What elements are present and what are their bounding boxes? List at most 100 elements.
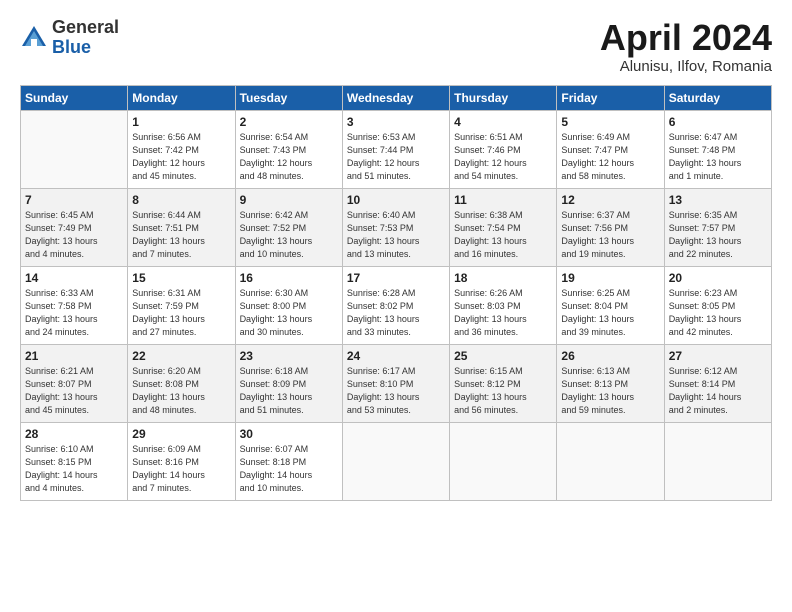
day-number: 28 [25, 427, 123, 441]
day-number: 17 [347, 271, 445, 285]
calendar-cell: 28 Sunrise: 6:10 AM Sunset: 8:15 PM Dayli… [21, 422, 128, 500]
day-info: Sunrise: 6:35 AM Sunset: 7:57 PM Dayligh… [669, 209, 767, 261]
calendar-cell: 26 Sunrise: 6:13 AM Sunset: 8:13 PM Dayli… [557, 344, 664, 422]
day-number: 14 [25, 271, 123, 285]
day-info: Sunrise: 6:54 AM Sunset: 7:43 PM Dayligh… [240, 131, 338, 183]
calendar-cell: 23Sunrise: 6:18 AM Sunset: 8:09 PM Dayli… [235, 344, 342, 422]
day-number: 16 [240, 271, 338, 285]
calendar-header: Sunday Monday Tuesday Wednesday Thursday… [21, 85, 772, 110]
calendar-cell: 4 Sunrise: 6:51 AM Sunset: 7:46 PM Daylig… [450, 110, 557, 188]
calendar-cell: 24Sunrise: 6:17 AM Sunset: 8:10 PM Dayli… [342, 344, 449, 422]
day-info: Sunrise: 6:42 AM Sunset: 7:52 PM Dayligh… [240, 209, 338, 261]
day-info: Sunrise: 6:38 AM Sunset: 7:54 PM Dayligh… [454, 209, 552, 261]
day-number: 11 [454, 193, 552, 207]
col-saturday: Saturday [664, 85, 771, 110]
col-wednesday: Wednesday [342, 85, 449, 110]
calendar-cell: 17 Sunrise: 6:28 AM Sunset: 8:02 PM Dayli… [342, 266, 449, 344]
calendar-cell: 8Sunrise: 6:44 AM Sunset: 7:51 PM Daylig… [128, 188, 235, 266]
calendar-cell: 13 Sunrise: 6:35 AM Sunset: 7:57 PM Dayli… [664, 188, 771, 266]
day-number: 7 [25, 193, 123, 207]
day-number: 30 [240, 427, 338, 441]
logo-icon [20, 24, 48, 52]
day-info: Sunrise: 6:09 AM Sunset: 8:16 PM Dayligh… [132, 443, 230, 495]
calendar-cell: 21Sunrise: 6:21 AM Sunset: 8:07 PM Dayli… [21, 344, 128, 422]
day-number: 26 [561, 349, 659, 363]
day-number: 29 [132, 427, 230, 441]
day-info: Sunrise: 6:44 AM Sunset: 7:51 PM Dayligh… [132, 209, 230, 261]
day-info: Sunrise: 6:56 AM Sunset: 7:42 PM Dayligh… [132, 131, 230, 183]
day-info: Sunrise: 6:31 AM Sunset: 7:59 PM Dayligh… [132, 287, 230, 339]
calendar-cell: 12Sunrise: 6:37 AM Sunset: 7:56 PM Dayli… [557, 188, 664, 266]
calendar-cell: 18 Sunrise: 6:26 AM Sunset: 8:03 PM Dayli… [450, 266, 557, 344]
week-row-5: 28 Sunrise: 6:10 AM Sunset: 8:15 PM Dayli… [21, 422, 772, 500]
week-row-2: 7 Sunrise: 6:45 AM Sunset: 7:49 PM Daylig… [21, 188, 772, 266]
day-info: Sunrise: 6:13 AM Sunset: 8:13 PM Dayligh… [561, 365, 659, 417]
calendar-cell [450, 422, 557, 500]
day-number: 5 [561, 115, 659, 129]
day-number: 15 [132, 271, 230, 285]
day-number: 22 [132, 349, 230, 363]
day-info: Sunrise: 6:30 AM Sunset: 8:00 PM Dayligh… [240, 287, 338, 339]
day-number: 18 [454, 271, 552, 285]
day-number: 6 [669, 115, 767, 129]
calendar-cell: 5 Sunrise: 6:49 AM Sunset: 7:47 PM Daylig… [557, 110, 664, 188]
calendar-cell: 6 Sunrise: 6:47 AM Sunset: 7:48 PM Daylig… [664, 110, 771, 188]
day-info: Sunrise: 6:12 AM Sunset: 8:14 PM Dayligh… [669, 365, 767, 417]
calendar-cell: 20 Sunrise: 6:23 AM Sunset: 8:05 PM Dayli… [664, 266, 771, 344]
location-subtitle: Alunisu, Ilfov, Romania [600, 58, 772, 75]
day-number: 13 [669, 193, 767, 207]
col-tuesday: Tuesday [235, 85, 342, 110]
header-row: Sunday Monday Tuesday Wednesday Thursday… [21, 85, 772, 110]
calendar-cell: 14 Sunrise: 6:33 AM Sunset: 7:58 PM Dayli… [21, 266, 128, 344]
day-info: Sunrise: 6:07 AM Sunset: 8:18 PM Dayligh… [240, 443, 338, 495]
day-info: Sunrise: 6:49 AM Sunset: 7:47 PM Dayligh… [561, 131, 659, 183]
week-row-1: 1 Sunrise: 6:56 AM Sunset: 7:42 PM Daylig… [21, 110, 772, 188]
calendar-cell: 1 Sunrise: 6:56 AM Sunset: 7:42 PM Daylig… [128, 110, 235, 188]
day-number: 20 [669, 271, 767, 285]
calendar-cell [664, 422, 771, 500]
calendar-cell: 15 Sunrise: 6:31 AM Sunset: 7:59 PM Dayli… [128, 266, 235, 344]
day-info: Sunrise: 6:47 AM Sunset: 7:48 PM Dayligh… [669, 131, 767, 183]
col-monday: Monday [128, 85, 235, 110]
calendar-cell: 2Sunrise: 6:54 AM Sunset: 7:43 PM Daylig… [235, 110, 342, 188]
day-info: Sunrise: 6:25 AM Sunset: 8:04 PM Dayligh… [561, 287, 659, 339]
day-number: 9 [240, 193, 338, 207]
day-info: Sunrise: 6:21 AM Sunset: 8:07 PM Dayligh… [25, 365, 123, 417]
day-number: 27 [669, 349, 767, 363]
col-friday: Friday [557, 85, 664, 110]
calendar-cell: 11 Sunrise: 6:38 AM Sunset: 7:54 PM Dayli… [450, 188, 557, 266]
calendar-cell: 29 Sunrise: 6:09 AM Sunset: 8:16 PM Dayli… [128, 422, 235, 500]
logo-blue: Blue [52, 38, 119, 58]
calendar-cell: 27 Sunrise: 6:12 AM Sunset: 8:14 PM Dayli… [664, 344, 771, 422]
day-number: 24 [347, 349, 445, 363]
logo-general: General [52, 18, 119, 38]
day-number: 19 [561, 271, 659, 285]
day-info: Sunrise: 6:10 AM Sunset: 8:15 PM Dayligh… [25, 443, 123, 495]
month-title: April 2024 [600, 18, 772, 58]
day-number: 1 [132, 115, 230, 129]
calendar-cell: 10Sunrise: 6:40 AM Sunset: 7:53 PM Dayli… [342, 188, 449, 266]
page: General Blue April 2024 Alunisu, Ilfov, … [0, 0, 792, 511]
calendar-cell: 3Sunrise: 6:53 AM Sunset: 7:44 PM Daylig… [342, 110, 449, 188]
day-info: Sunrise: 6:51 AM Sunset: 7:46 PM Dayligh… [454, 131, 552, 183]
day-info: Sunrise: 6:28 AM Sunset: 8:02 PM Dayligh… [347, 287, 445, 339]
logo-text: General Blue [52, 18, 119, 58]
calendar-cell: 7 Sunrise: 6:45 AM Sunset: 7:49 PM Daylig… [21, 188, 128, 266]
day-info: Sunrise: 6:23 AM Sunset: 8:05 PM Dayligh… [669, 287, 767, 339]
header: General Blue April 2024 Alunisu, Ilfov, … [20, 18, 772, 75]
day-info: Sunrise: 6:26 AM Sunset: 8:03 PM Dayligh… [454, 287, 552, 339]
calendar-cell: 19 Sunrise: 6:25 AM Sunset: 8:04 PM Dayli… [557, 266, 664, 344]
day-info: Sunrise: 6:37 AM Sunset: 7:56 PM Dayligh… [561, 209, 659, 261]
week-row-3: 14 Sunrise: 6:33 AM Sunset: 7:58 PM Dayli… [21, 266, 772, 344]
day-number: 25 [454, 349, 552, 363]
calendar-table: Sunday Monday Tuesday Wednesday Thursday… [20, 85, 772, 501]
day-info: Sunrise: 6:40 AM Sunset: 7:53 PM Dayligh… [347, 209, 445, 261]
calendar-cell [21, 110, 128, 188]
col-sunday: Sunday [21, 85, 128, 110]
calendar-cell [342, 422, 449, 500]
day-number: 4 [454, 115, 552, 129]
calendar-cell: 22Sunrise: 6:20 AM Sunset: 8:08 PM Dayli… [128, 344, 235, 422]
day-info: Sunrise: 6:45 AM Sunset: 7:49 PM Dayligh… [25, 209, 123, 261]
day-info: Sunrise: 6:33 AM Sunset: 7:58 PM Dayligh… [25, 287, 123, 339]
day-info: Sunrise: 6:18 AM Sunset: 8:09 PM Dayligh… [240, 365, 338, 417]
